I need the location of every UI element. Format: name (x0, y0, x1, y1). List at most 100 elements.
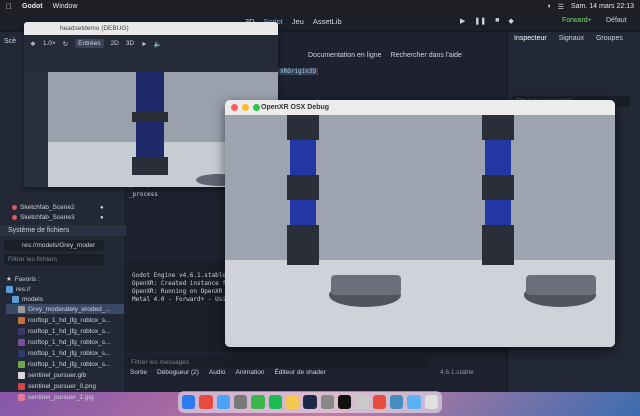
node3d-icon (12, 205, 17, 210)
window-controls (231, 104, 260, 111)
list-item[interactable]: sentinel_pursuer_0.png (6, 381, 124, 391)
pause-icon[interactable]: ❚❚ (474, 17, 486, 25)
settings-icon[interactable] (320, 395, 334, 409)
list-item[interactable]: rooftop_1_hd_jfg_roblox_s... (6, 315, 124, 325)
tab-animation[interactable]: Animation (236, 369, 265, 379)
visibility-icon[interactable]: ● (100, 205, 104, 211)
scene-tree-item[interactable]: Sketchfab_Scene3 ● (12, 214, 104, 221)
app-menu-godot[interactable]: Godot (22, 3, 43, 10)
finder-icon[interactable] (182, 395, 196, 409)
renderer-select[interactable]: Forward+ (562, 17, 592, 24)
messages-icon[interactable] (251, 395, 265, 409)
image-icon (18, 360, 25, 368)
chrome-icon[interactable] (199, 395, 213, 409)
tab-assetlib[interactable]: AssetLib (313, 17, 342, 26)
control-center-icon[interactable]: ☰ (558, 3, 564, 11)
apple-icon[interactable]:  (6, 2, 12, 11)
notes-icon[interactable] (286, 395, 300, 409)
output-log: Godot Engine v4.6.1.stable.o OpenXR: Crea… (132, 272, 234, 303)
image-icon (18, 393, 25, 401)
list-item[interactable]: rooftop_1_hd_jfg_roblox_s... (6, 359, 124, 369)
openxr-window-titlebar[interactable]: OpenXR OSX Debug (225, 100, 615, 115)
menubar-clock[interactable]: Sam. 14 mars 22:13 (571, 3, 634, 10)
game-toolbar: ❖ 1.0× ↻ Entrées 2D 3D ➤ 🔈 (24, 35, 278, 72)
inspector-tabs: Inspecteur Signaux Groupes (508, 35, 623, 42)
wifi-icon[interactable]: ◑ (546, 3, 550, 10)
list-item[interactable]: rooftop_1_hd_jfg_roblox_s... (6, 337, 124, 347)
tab-groups[interactable]: Groupes (596, 35, 623, 42)
star-icon: ★ (6, 276, 12, 283)
minimize-icon[interactable] (242, 104, 249, 111)
script-help-toolbar: Documentation en ligne Rechercher dans l… (308, 52, 462, 59)
filesystem-path-field[interactable]: res://models/Grey_moder (4, 240, 104, 251)
image-icon (18, 316, 25, 324)
image-icon (18, 305, 25, 313)
terminal-icon[interactable] (337, 395, 352, 409)
list-item[interactable]: sentinel_pursuer.glb (6, 370, 124, 380)
spotify-icon[interactable] (268, 395, 282, 409)
godot-icon[interactable] (389, 395, 404, 409)
tab-debugger[interactable]: Débogueur (2) (157, 369, 199, 379)
launchpad-icon[interactable] (234, 395, 248, 409)
folder-icon (12, 295, 19, 303)
mail-icon[interactable] (216, 395, 231, 409)
filesystem-dock-title[interactable]: Système de fichiers (0, 225, 126, 236)
engine-version: 4.6.1.stable (440, 369, 474, 376)
filesystem-filter-input[interactable]: Filtrer les fichiers (4, 254, 104, 265)
mac-menubar:  Godot Window ◑ ☰ Sam. 14 mars 22:13 (0, 0, 640, 13)
list-item[interactable]: sentinel_pursuer_1.jpg (6, 392, 124, 402)
xr-right-eye-view (420, 115, 615, 347)
list-item[interactable]: rooftop_1_hd_jfg_roblox_s... (6, 348, 124, 358)
zoom-icon[interactable] (253, 104, 260, 111)
stop-icon[interactable]: ■ (495, 17, 499, 25)
image-icon (18, 382, 25, 390)
play-controls: ▶ ❚❚ ■ ◆ (460, 17, 514, 25)
xcode-icon[interactable] (355, 395, 369, 409)
speaker-icon[interactable]: 🔈 (154, 40, 162, 48)
pointer-icon[interactable]: ➤ (141, 40, 146, 48)
code-token[interactable]: XROrigin3D (278, 68, 319, 75)
steam-icon[interactable] (303, 395, 317, 409)
tab-signals[interactable]: Signaux (559, 35, 584, 42)
zoom-level[interactable]: 1.0× (43, 40, 56, 47)
game-window-titlebar[interactable]: headsetdemo (DEBUG) (24, 22, 278, 35)
image-icon (18, 327, 25, 335)
remote-debug-icon[interactable]: ◆ (508, 17, 513, 25)
list-item[interactable]: ★ Favoris : (6, 274, 124, 284)
node3d-icon (12, 215, 17, 220)
play-icon[interactable]: ▶ (460, 17, 465, 25)
folder-icon (6, 285, 13, 293)
mode-2d-button[interactable]: 2D (111, 40, 119, 47)
tab-audio[interactable]: Audio (209, 369, 226, 379)
preview-icon[interactable] (407, 395, 421, 409)
reminders-icon[interactable] (372, 395, 386, 409)
image-icon (18, 349, 25, 357)
list-item[interactable]: models (6, 294, 124, 304)
search-help-button[interactable]: Rechercher dans l'aide (391, 52, 462, 59)
tab-output[interactable]: Sortie (130, 369, 147, 379)
visibility-icon[interactable]: ● (100, 215, 104, 221)
list-item[interactable]: res:// (6, 284, 124, 294)
online-docs-button[interactable]: Documentation en ligne (308, 52, 382, 59)
trash-icon[interactable] (424, 395, 438, 409)
list-item[interactable]: rooftop_1_hd_jfg_roblox_s... (6, 326, 124, 336)
method-item[interactable]: _process (129, 190, 158, 200)
select-icon[interactable]: ❖ (30, 40, 36, 48)
xr-left-eye-view (225, 115, 420, 347)
close-icon[interactable] (231, 104, 238, 111)
menu-window[interactable]: Window (53, 3, 78, 10)
image-icon (18, 338, 25, 346)
openxr-debug-window[interactable]: OpenXR OSX Debug (225, 100, 615, 347)
feature-profile-select[interactable]: Défaut (606, 17, 627, 24)
tab-game[interactable]: Jeu (292, 17, 304, 26)
reset-icon[interactable]: ↻ (63, 40, 68, 48)
list-item[interactable]: Grey_moderately_eroded_... (6, 304, 124, 314)
tab-shader-editor[interactable]: Éditeur de shader (274, 369, 325, 379)
tab-inspector[interactable]: Inspecteur (514, 35, 547, 42)
mac-dock (178, 391, 442, 413)
scene-tree-item[interactable]: Sketchfab_Scene2 ● (12, 204, 104, 211)
mode-3d-button[interactable]: 3D (126, 40, 134, 47)
inputs-toggle[interactable]: Entrées (75, 39, 104, 48)
output-filter-input[interactable]: Filtrer les messages (127, 357, 427, 368)
scene-dock-title[interactable]: Scè (4, 38, 16, 45)
